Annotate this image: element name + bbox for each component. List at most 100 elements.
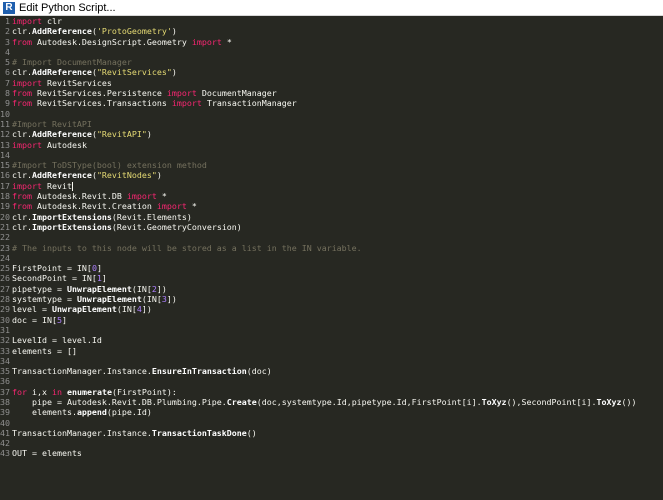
code-token: import (12, 77, 42, 88)
code-line[interactable]: 33 elements = [] (0, 346, 663, 356)
code-token: Autodesk.Revit.DB (31, 191, 127, 202)
line-number: 10 (0, 108, 10, 119)
code-token: from (12, 191, 32, 202)
code-line[interactable]: 7 import RevitServices (0, 78, 663, 88)
line-number: 19 (0, 201, 10, 212)
line-code: elements.append(pipe.Id) (10, 407, 152, 417)
code-token: import (126, 191, 157, 202)
code-token: import (156, 201, 187, 212)
code-line[interactable]: 27 pipetype = UnwrapElement(IN[2]) (0, 284, 663, 294)
code-token: UnwrapElement (76, 294, 142, 305)
line-code: import RevitServices (10, 78, 112, 88)
code-token: ImportExtensions (31, 221, 112, 232)
code-line[interactable]: 15 #Import ToDSType(bool) extension metho… (0, 160, 663, 170)
line-number: 31 (0, 324, 10, 335)
code-token: () (246, 427, 257, 438)
code-line[interactable]: 6 clr.AddReference("RevitServices") (0, 67, 663, 77)
code-line[interactable]: 5 # Import DocumentManager (0, 57, 663, 67)
code-line[interactable]: 40 (0, 418, 663, 428)
code-token: (pipe.Id) (106, 407, 152, 418)
code-token: RevitServices (41, 77, 112, 88)
code-line[interactable]: 10 (0, 109, 663, 119)
line-number: 33 (0, 345, 10, 356)
code-token: Autodesk.DesignScript.Geometry (31, 36, 192, 47)
code-token: import (191, 36, 222, 47)
line-number: 43 (0, 448, 10, 459)
code-line[interactable]: 4 (0, 47, 663, 57)
line-code: #Import RevitAPI (10, 119, 92, 129)
code-line[interactable]: 3 from Autodesk.DesignScript.Geometry imp… (0, 37, 663, 47)
code-line[interactable]: 36 (0, 376, 663, 386)
line-code: elements = [] (10, 346, 77, 356)
line-number: 3 (5, 36, 10, 47)
line-code: clr.AddReference("RevitNodes") (10, 170, 162, 180)
code-line[interactable]: 24 (0, 253, 663, 263)
code-line[interactable]: 2 clr.AddReference('ProtoGeometry') (0, 26, 663, 36)
code-line[interactable]: 14 (0, 150, 663, 160)
code-line[interactable]: 30 doc = IN[5] (0, 315, 663, 325)
code-token: import (171, 98, 202, 109)
code-token: SecondPoint = IN[ (12, 273, 97, 284)
code-line[interactable]: 21 clr.ImportExtensions(Revit.GeometryCon… (0, 222, 663, 232)
code-line[interactable]: 43 OUT = elements (0, 448, 663, 458)
code-line[interactable]: 8 from RevitServices.Persistence import D… (0, 88, 663, 98)
code-line[interactable]: 39 elements.append(pipe.Id) (0, 407, 663, 417)
line-code: clr.ImportExtensions(Revit.Elements) (10, 212, 192, 222)
line-code: level = UnwrapElement(IN[4]) (10, 304, 152, 314)
code-token: Autodesk.Revit.Creation (31, 201, 157, 212)
code-line[interactable]: 22 (0, 232, 663, 242)
code-line[interactable]: 11 #Import RevitAPI (0, 119, 663, 129)
code-token: pipetype = (12, 283, 67, 294)
code-line[interactable]: 32 LevelId = level.Id (0, 335, 663, 345)
code-line[interactable]: 38 pipe = Autodesk.Revit.DB.Plumbing.Pip… (0, 397, 663, 407)
code-token: ]) (166, 294, 177, 305)
code-token: RevitServices.Transactions (31, 98, 172, 109)
code-token: (),SecondPoint[i]. (506, 396, 597, 407)
line-code: for i,x in enumerate(FirstPoint): (10, 387, 177, 397)
line-code: TransactionManager.Instance.EnsureInTran… (10, 366, 272, 376)
code-token: #Import RevitAPI (12, 118, 92, 129)
code-line[interactable]: 13 import Autodesk (0, 140, 663, 150)
code-line[interactable]: 20 clr.ImportExtensions(Revit.Elements) (0, 212, 663, 222)
line-code: from Autodesk.Revit.Creation import * (10, 201, 197, 211)
code-token: LevelId = level.Id (12, 335, 102, 346)
code-line[interactable]: 9 from RevitServices.Transactions import … (0, 98, 663, 108)
code-line[interactable]: 35 TransactionManager.Instance.EnsureInTr… (0, 366, 663, 376)
code-token: (FirstPoint): (111, 386, 177, 397)
code-token: from (12, 36, 32, 47)
code-token: ) (146, 129, 152, 140)
code-line[interactable]: 18 from Autodesk.Revit.DB import * (0, 191, 663, 201)
line-code: SecondPoint = IN[1] (10, 273, 107, 283)
code-token: import (12, 180, 42, 191)
line-code: from Autodesk.DesignScript.Geometry impo… (10, 37, 232, 47)
text-cursor (71, 181, 73, 191)
code-line[interactable]: 1 import clr (0, 16, 663, 26)
line-code: import Revit (10, 181, 73, 191)
code-line[interactable]: 34 (0, 356, 663, 366)
code-line[interactable]: 12 clr.AddReference("RevitAPI") (0, 129, 663, 139)
code-line[interactable]: 31 (0, 325, 663, 335)
code-line[interactable]: 25 FirstPoint = IN[0] (0, 263, 663, 273)
code-token: UnwrapElement (51, 304, 117, 315)
line-number: 41 (0, 427, 10, 438)
line-number: 13 (0, 139, 10, 150)
code-token: from (12, 88, 32, 99)
code-line[interactable]: 23 # The inputs to this node will be stor… (0, 243, 663, 253)
line-number: 39 (0, 407, 10, 418)
code-editor[interactable]: 1 import clr 2 clr.AddReference('ProtoGeome… (0, 16, 663, 500)
line-number: 14 (0, 149, 10, 160)
code-line[interactable]: 28 systemtype = UnwrapElement(IN[3]) (0, 294, 663, 304)
code-line[interactable]: 26 SecondPoint = IN[1] (0, 273, 663, 283)
code-line[interactable]: 19 from Autodesk.Revit.Creation import * (0, 201, 663, 211)
code-line[interactable]: 29 level = UnwrapElement(IN[4]) (0, 304, 663, 314)
code-line[interactable]: 17 import Revit (0, 181, 663, 191)
code-line[interactable]: 41 TransactionManager.Instance.Transactio… (0, 428, 663, 438)
code-line[interactable]: 16 clr.AddReference("RevitNodes") (0, 170, 663, 180)
line-number: 26 (0, 273, 10, 284)
line-code: LevelId = level.Id (10, 335, 102, 345)
code-line[interactable]: 37 for i,x in enumerate(FirstPoint): (0, 387, 663, 397)
code-token: clr. (12, 67, 32, 78)
code-line[interactable]: 42 (0, 438, 663, 448)
